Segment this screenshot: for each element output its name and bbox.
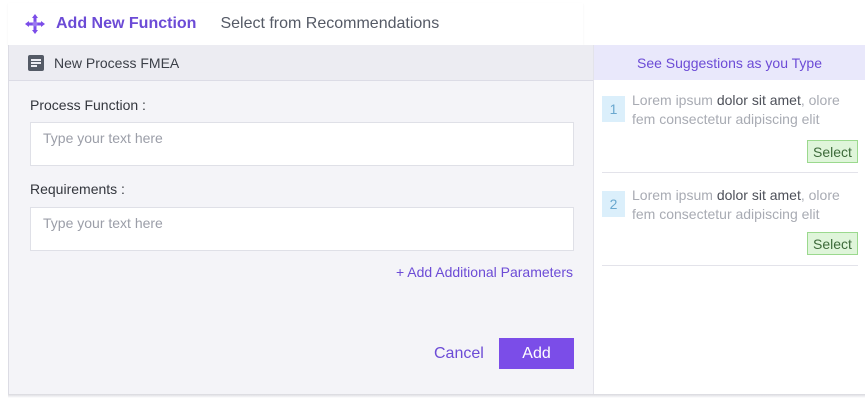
suggestion-number: 1 bbox=[602, 96, 625, 122]
bottom-shadow bbox=[8, 394, 865, 398]
suggestions-panel: See Suggestions as you Type 1 Lorem ipsu… bbox=[593, 45, 865, 394]
process-function-label: Process Function : bbox=[30, 97, 146, 113]
process-subbar: New Process FMEA bbox=[9, 45, 593, 81]
suggestions-heading: See Suggestions as you Type bbox=[594, 45, 865, 80]
cancel-button[interactable]: Cancel bbox=[434, 345, 484, 363]
document-icon bbox=[28, 54, 44, 71]
requirements-label: Requirements : bbox=[30, 181, 125, 197]
tab-select-recommendations[interactable]: Select from Recommendations bbox=[220, 15, 439, 33]
suggestion-text: Lorem ipsum dolor sit amet, olore fem co… bbox=[632, 92, 840, 127]
header-title[interactable]: Add New Function bbox=[56, 15, 196, 33]
process-name: New Process FMEA bbox=[54, 54, 180, 71]
add-button[interactable]: Add bbox=[499, 338, 574, 369]
suggestion-number: 2 bbox=[602, 191, 625, 217]
form-panel: New Process FMEA Process Function : Type… bbox=[8, 45, 593, 394]
suggestion-item: 2 Lorem ipsum dolor sit amet, olore fem … bbox=[602, 187, 858, 266]
requirements-input[interactable]: Type your text here bbox=[30, 207, 574, 251]
suggestion-text: Lorem ipsum dolor sit amet, olore fem co… bbox=[632, 187, 840, 222]
suggestion-item: 1 Lorem ipsum dolor sit amet, olore fem … bbox=[602, 92, 858, 173]
move-arrows-icon bbox=[24, 13, 46, 35]
select-button[interactable]: Select bbox=[807, 140, 858, 163]
select-button[interactable]: Select bbox=[807, 232, 858, 255]
process-function-input[interactable]: Type your text here bbox=[30, 122, 574, 166]
header: Add New Function Select from Recommendat… bbox=[8, 3, 583, 45]
add-additional-parameters-link[interactable]: + Add Additional Parameters bbox=[396, 264, 573, 280]
